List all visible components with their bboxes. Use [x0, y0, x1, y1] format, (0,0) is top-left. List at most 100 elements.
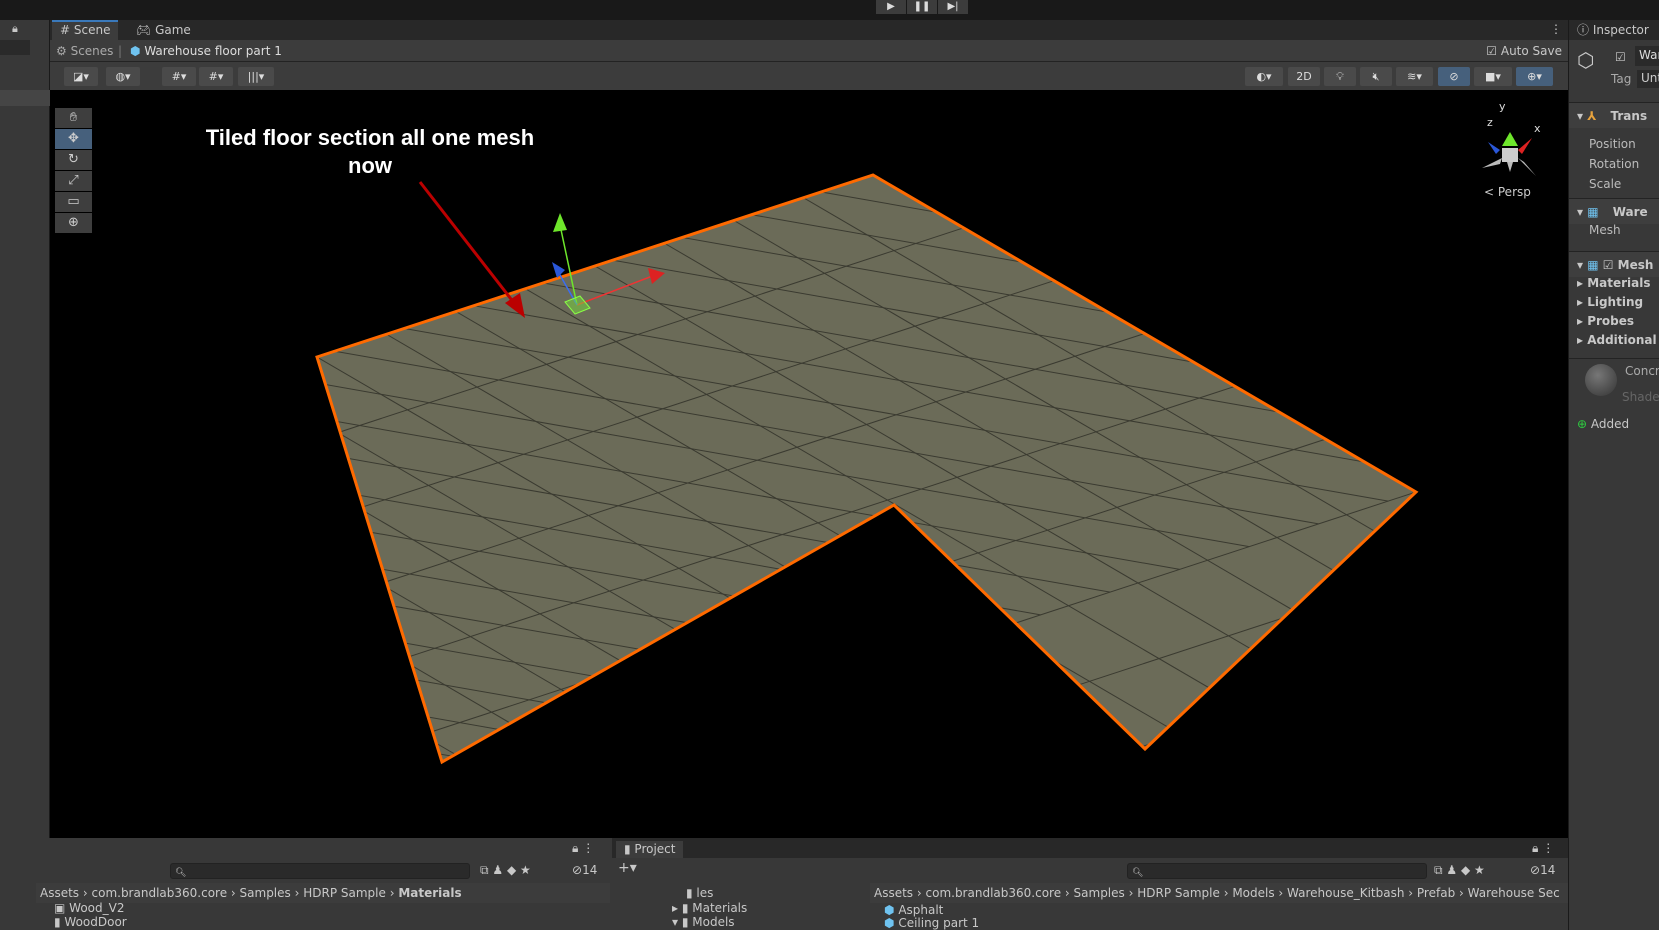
- item-label: Wood_V2: [69, 901, 125, 915]
- lock-icon[interactable]: 🔒︎ ⋮: [572, 841, 594, 856]
- tool-palette: ✋︎ ✥ ↻ ⤢ ▭ ⊕: [55, 108, 92, 234]
- rect-tool[interactable]: ▭: [55, 192, 92, 212]
- hidden-count[interactable]: ⊘14: [572, 863, 597, 877]
- camera-dropdown[interactable]: ■▾: [1474, 67, 1512, 86]
- additional-settings-foldout[interactable]: ▸ Additional S: [1577, 333, 1659, 347]
- transform-tool[interactable]: ⊕: [55, 213, 92, 233]
- add-asset-button[interactable]: +▾: [618, 860, 637, 876]
- crumb[interactable]: Assets: [40, 886, 79, 900]
- scene-visibility-toggle[interactable]: ⊘: [1438, 67, 1470, 86]
- move-tool[interactable]: ✥: [55, 129, 92, 149]
- scene-canvas[interactable]: [50, 90, 1568, 838]
- active-checkbox[interactable]: ☑: [1615, 50, 1626, 64]
- scale-tool[interactable]: ⤢: [55, 171, 92, 191]
- crumb[interactable]: Warehouse_Kitbash: [1287, 886, 1404, 900]
- render-mode-dropdown[interactable]: ◍▾: [106, 67, 140, 86]
- mesh-filter-header[interactable]: ▾ ▦ Ware: [1569, 198, 1659, 224]
- gizmos-dropdown[interactable]: ⊕▾: [1516, 67, 1553, 86]
- tag-dropdown[interactable]: Unt: [1637, 70, 1659, 88]
- projection-label: Persp: [1497, 185, 1531, 199]
- crumb[interactable]: Samples: [1074, 886, 1125, 900]
- crumb[interactable]: Samples: [240, 886, 291, 900]
- crumb[interactable]: HDRP Sample: [303, 886, 386, 900]
- list-item[interactable]: ▣ Wood_V2: [54, 901, 124, 915]
- increment-snap-dropdown[interactable]: |||▾: [238, 67, 274, 86]
- tree-item[interactable]: ▾ ▮ Models: [672, 915, 735, 929]
- probes-foldout[interactable]: ▸ Probes: [1577, 314, 1634, 328]
- hierarchy-search[interactable]: [0, 40, 30, 55]
- added-status: ⊕ Added: [1577, 417, 1629, 431]
- inspector-tab[interactable]: ⓘ Inspector: [1569, 20, 1659, 40]
- crumb[interactable]: com.brandlab360.core: [92, 886, 228, 900]
- toggle-2d-button[interactable]: 2D: [1288, 67, 1320, 86]
- tab-scene[interactable]: # Scene: [52, 20, 119, 40]
- tree-item[interactable]: ▸ ▮ Materials: [672, 901, 747, 915]
- hierarchy-panel: 🔒︎: [0, 20, 50, 838]
- hand-tool[interactable]: ✋︎: [55, 108, 92, 128]
- crumb[interactable]: com.brandlab360.core: [926, 886, 1062, 900]
- materials-foldout[interactable]: ▸ Materials: [1577, 276, 1651, 290]
- asset-item[interactable]: ⬢ Asphalt: [884, 903, 943, 917]
- mesh-renderer-header[interactable]: ▾ ▦ ☑ Mesh: [1569, 251, 1659, 277]
- rotate-tool[interactable]: ↻: [55, 150, 92, 170]
- play-button[interactable]: ▶: [876, 0, 906, 14]
- tab-game[interactable]: 🎮︎ Game: [128, 20, 199, 40]
- lighting-foldout[interactable]: ▸ Lighting: [1577, 295, 1643, 309]
- breadcrumb-current[interactable]: ⬢ Warehouse floor part 1: [130, 40, 282, 62]
- material-preview: [1585, 364, 1617, 396]
- crumb[interactable]: Assets: [874, 886, 913, 900]
- wireframe-edge: [317, 175, 622, 276]
- top-bar: ▶ ❚❚ ▶|: [0, 0, 1659, 20]
- hierarchy-selected-row[interactable]: [0, 90, 50, 106]
- prefab-cube-icon: ⬢: [130, 44, 141, 58]
- search-input[interactable]: 🔍︎: [170, 863, 470, 879]
- asset-label: Ceiling part 1: [898, 916, 980, 930]
- tag-label: Tag: [1611, 72, 1632, 86]
- lock-icon[interactable]: 🔒︎ ⋮: [1532, 841, 1554, 856]
- tab-label: Project: [634, 842, 676, 856]
- draw-mode-dropdown[interactable]: ◪▾: [64, 67, 98, 86]
- crumb[interactable]: Prefab: [1417, 886, 1455, 900]
- project-search-input[interactable]: 🔍︎: [1127, 863, 1427, 879]
- projection-toggle[interactable]: < Persp: [1484, 185, 1531, 199]
- shading-dropdown[interactable]: ◐▾: [1245, 67, 1283, 86]
- crumb[interactable]: Models: [1232, 886, 1274, 900]
- pause-button[interactable]: ❚❚: [907, 0, 937, 14]
- filter-icons[interactable]: ⧉ ♟ ◆ ★: [480, 863, 531, 878]
- scene-viewport[interactable]: y z x < Persp: [50, 90, 1568, 838]
- effects-dropdown[interactable]: ≋▾: [1396, 67, 1433, 86]
- added-label: Added: [1590, 417, 1630, 431]
- snap-dropdown[interactable]: #▾: [199, 67, 233, 86]
- asset-breadcrumb: Assets › com.brandlab360.core › Samples …: [36, 883, 610, 903]
- transform-header[interactable]: ▾ ⅄ Trans: [1569, 102, 1659, 128]
- step-button[interactable]: ▶|: [938, 0, 968, 14]
- list-item[interactable]: ▮ WoodDoor: [54, 915, 127, 929]
- inspector-title: Inspector: [1592, 23, 1649, 37]
- asset-label: Asphalt: [898, 903, 944, 917]
- project-breadcrumb: Assets › com.brandlab360.core › Samples …: [870, 883, 1568, 903]
- gizmo-x-label: x: [1534, 122, 1541, 135]
- gizmo-z-label: z: [1487, 116, 1493, 129]
- mesh-label: Mesh: [1589, 223, 1621, 237]
- hidden-count[interactable]: ⊘14: [1530, 863, 1555, 877]
- more-menu-icon[interactable]: ⋮: [1550, 22, 1562, 36]
- filter-icons[interactable]: ⧉ ♟ ◆ ★: [1434, 863, 1485, 878]
- grid-dropdown[interactable]: #▾: [162, 67, 196, 86]
- orientation-gizmo[interactable]: [1482, 132, 1536, 176]
- tab-project[interactable]: ▮ Project: [616, 841, 684, 858]
- lock-icon[interactable]: 🔒︎: [12, 22, 18, 36]
- grid-icon: #: [60, 23, 74, 37]
- y-axis-handle[interactable]: [553, 213, 567, 232]
- object-name-field[interactable]: War: [1635, 46, 1659, 66]
- scenes-link[interactable]: ⚙︎ Scenes: [56, 40, 113, 62]
- lighting-toggle[interactable]: 💡︎: [1324, 67, 1356, 86]
- tree-item[interactable]: ▮ les: [686, 886, 713, 900]
- scale-label: Scale: [1589, 177, 1622, 191]
- crumb-current[interactable]: Materials: [398, 886, 461, 900]
- wireframe-edge: [1346, 738, 1416, 762]
- crumb[interactable]: Warehouse Sec: [1468, 886, 1560, 900]
- audio-toggle[interactable]: 🔇︎: [1360, 67, 1392, 86]
- crumb[interactable]: HDRP Sample: [1137, 886, 1220, 900]
- auto-save-toggle[interactable]: ☑ Auto Save: [1486, 40, 1562, 62]
- asset-item[interactable]: ⬢ Ceiling part 1: [884, 916, 979, 930]
